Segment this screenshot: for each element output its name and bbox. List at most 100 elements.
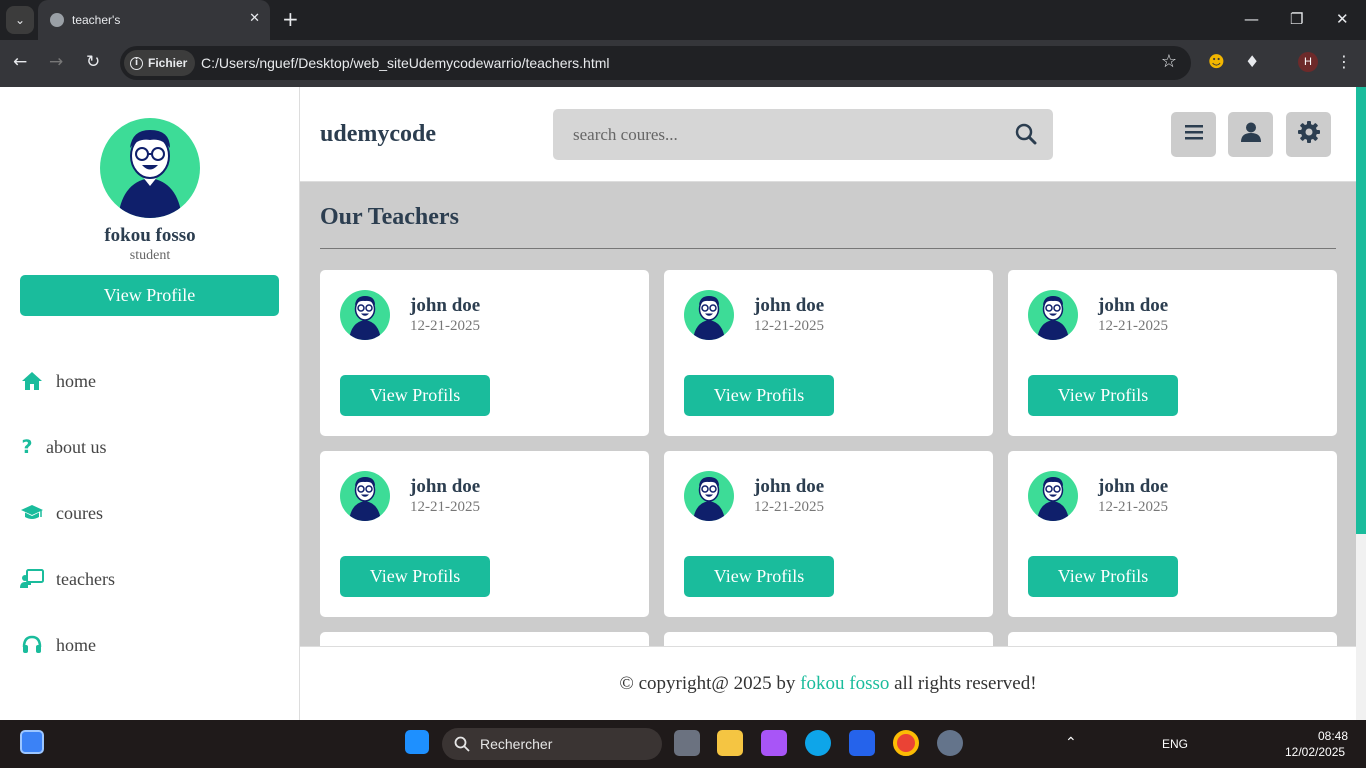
user-avatar bbox=[100, 118, 200, 218]
teacher-name: john doe bbox=[410, 476, 481, 497]
teacher-card: john doe 12-21-2025 View Profils bbox=[1008, 270, 1337, 436]
headset-icon bbox=[20, 633, 44, 657]
address-bar[interactable]: i Fichier C:/Users/nguef/Desktop/web_sit… bbox=[120, 46, 1191, 80]
gear-icon bbox=[1297, 121, 1320, 148]
teacher-date: 12-21-2025 bbox=[1098, 499, 1168, 515]
clock-date[interactable]: 12/02/2025 bbox=[1285, 745, 1345, 759]
settings-button[interactable] bbox=[1286, 112, 1331, 157]
sidebar-item-contact[interactable]: home bbox=[20, 630, 96, 660]
browser-chrome: ⌄ teacher's ✕ + — ❐ ✕ ← → ↻ i Fichier C:… bbox=[0, 0, 1366, 87]
teachers-grid: john doe 12-21-2025 View Profils john do… bbox=[320, 270, 1337, 646]
clock-time[interactable]: 08:48 bbox=[1318, 729, 1348, 743]
search-box bbox=[553, 109, 1053, 160]
teacher-avatar bbox=[1028, 471, 1078, 521]
taskbar-search[interactable]: Rechercher bbox=[442, 728, 662, 760]
copilot-icon[interactable] bbox=[761, 730, 787, 756]
site-info-label: Fichier bbox=[148, 56, 188, 70]
minimize-icon[interactable]: — bbox=[1244, 10, 1259, 28]
sidebar-item-label: about us bbox=[46, 436, 107, 457]
browser-toolbar: ← → ↻ i Fichier C:/Users/nguef/Desktop/w… bbox=[0, 40, 1366, 87]
teacher-date: 12-21-2025 bbox=[410, 499, 480, 515]
author-link[interactable]: fokou fosso bbox=[800, 673, 889, 694]
section-heading: Our Teachers bbox=[320, 204, 459, 230]
teacher-name: john doe bbox=[1098, 476, 1169, 497]
view-profils-button[interactable]: View Profils bbox=[1028, 556, 1178, 597]
widgets-icon[interactable] bbox=[20, 730, 44, 754]
heading-divider bbox=[320, 248, 1336, 249]
view-profils-button[interactable]: View Profils bbox=[684, 375, 834, 416]
scrollbar-thumb[interactable] bbox=[1356, 87, 1366, 534]
language-indicator[interactable]: ENG bbox=[1162, 737, 1188, 751]
menu-button[interactable] bbox=[1171, 112, 1216, 157]
cartoon-person-icon bbox=[349, 296, 381, 340]
view-profils-button[interactable]: View Profils bbox=[1028, 375, 1178, 416]
teacher-name: john doe bbox=[1098, 295, 1169, 316]
sidebar: fokou fosso student View Profile home ? … bbox=[0, 87, 300, 720]
windows-start-icon[interactable] bbox=[405, 730, 429, 754]
chrome-icon[interactable] bbox=[893, 730, 919, 756]
store-icon[interactable] bbox=[849, 730, 875, 756]
teachers-section: Our Teachers john doe 12-21-2025 View Pr… bbox=[300, 182, 1356, 646]
tab-title: teacher's bbox=[72, 13, 121, 27]
info-icon: i bbox=[130, 56, 143, 70]
search-icon[interactable] bbox=[1015, 123, 1037, 150]
new-tab-button[interactable]: + bbox=[282, 8, 299, 30]
sidebar-item-label: coures bbox=[56, 502, 103, 523]
show-hidden-icons-icon[interactable]: ⌃ bbox=[1065, 734, 1077, 751]
question-icon: ? bbox=[21, 436, 33, 458]
bookmark-star-icon[interactable]: ☆ bbox=[1161, 51, 1177, 72]
url-text[interactable]: C:/Users/nguef/Desktop/web_siteUdemycode… bbox=[201, 55, 610, 71]
sidebar-item-home[interactable]: home bbox=[20, 366, 96, 396]
sidebar-item-label: teachers bbox=[56, 568, 115, 589]
view-profils-button[interactable]: View Profils bbox=[684, 556, 834, 597]
teacher-card-partial bbox=[664, 632, 993, 646]
site-info-chip[interactable]: i Fichier bbox=[124, 50, 196, 76]
search-input[interactable] bbox=[573, 121, 993, 148]
view-profile-button[interactable]: View Profile bbox=[20, 275, 279, 316]
teacher-name: john doe bbox=[410, 295, 481, 316]
graduation-cap-icon bbox=[20, 501, 44, 525]
cartoon-person-icon bbox=[693, 296, 725, 340]
search-icon bbox=[454, 736, 470, 752]
sidebar-item-teachers[interactable]: teachers bbox=[20, 564, 115, 594]
profile-avatar[interactable]: H bbox=[1298, 52, 1318, 72]
restore-icon[interactable]: ❐ bbox=[1290, 10, 1303, 28]
user-role: student bbox=[129, 248, 171, 263]
cartoon-person-icon bbox=[693, 477, 725, 521]
teacher-name: john doe bbox=[754, 295, 825, 316]
view-profils-button[interactable]: View Profils bbox=[340, 556, 490, 597]
task-view-icon[interactable] bbox=[674, 730, 700, 756]
settings-gear-icon[interactable] bbox=[937, 730, 963, 756]
extensions-puzzle-icon[interactable]: ♦ bbox=[1245, 52, 1259, 71]
sidebar-item-courses[interactable]: coures bbox=[20, 498, 103, 528]
cartoon-person-icon bbox=[1037, 296, 1069, 340]
file-explorer-icon[interactable] bbox=[717, 730, 743, 756]
copyright-text: © copyright@ 2025 by fokou fosso all rig… bbox=[300, 673, 1356, 695]
user-button[interactable] bbox=[1228, 112, 1273, 157]
tab-search-button[interactable]: ⌄ bbox=[6, 6, 34, 34]
extension-face-icon[interactable]: ☻ bbox=[1208, 52, 1225, 71]
back-icon[interactable]: ← bbox=[13, 52, 27, 72]
reload-icon[interactable]: ↻ bbox=[86, 52, 100, 72]
active-tab[interactable]: teacher's ✕ bbox=[38, 0, 270, 40]
taskbar-search-label: Rechercher bbox=[480, 736, 553, 752]
teacher-card: john doe 12-21-2025 View Profils bbox=[320, 270, 649, 436]
edge-icon[interactable] bbox=[805, 730, 831, 756]
cartoon-person-icon bbox=[1037, 477, 1069, 521]
teacher-avatar bbox=[340, 471, 390, 521]
site-logo[interactable]: udemycode bbox=[320, 121, 436, 148]
sidebar-item-about[interactable]: ? about us bbox=[20, 432, 107, 462]
teacher-card: john doe 12-21-2025 View Profils bbox=[1008, 451, 1337, 617]
cartoon-person-icon bbox=[118, 130, 182, 218]
teacher-avatar bbox=[1028, 290, 1078, 340]
forward-icon[interactable]: → bbox=[49, 52, 63, 72]
teacher-card-partial bbox=[320, 632, 649, 646]
sidebar-item-label: home bbox=[56, 370, 96, 391]
teacher-avatar bbox=[684, 471, 734, 521]
kebab-menu-icon[interactable]: ⋮ bbox=[1336, 52, 1352, 71]
close-window-icon[interactable]: ✕ bbox=[1336, 10, 1349, 28]
menu-icon bbox=[1184, 124, 1203, 145]
tab-close-icon[interactable]: ✕ bbox=[249, 11, 260, 26]
view-profils-button[interactable]: View Profils bbox=[340, 375, 490, 416]
teacher-card: john doe 12-21-2025 View Profils bbox=[320, 451, 649, 617]
